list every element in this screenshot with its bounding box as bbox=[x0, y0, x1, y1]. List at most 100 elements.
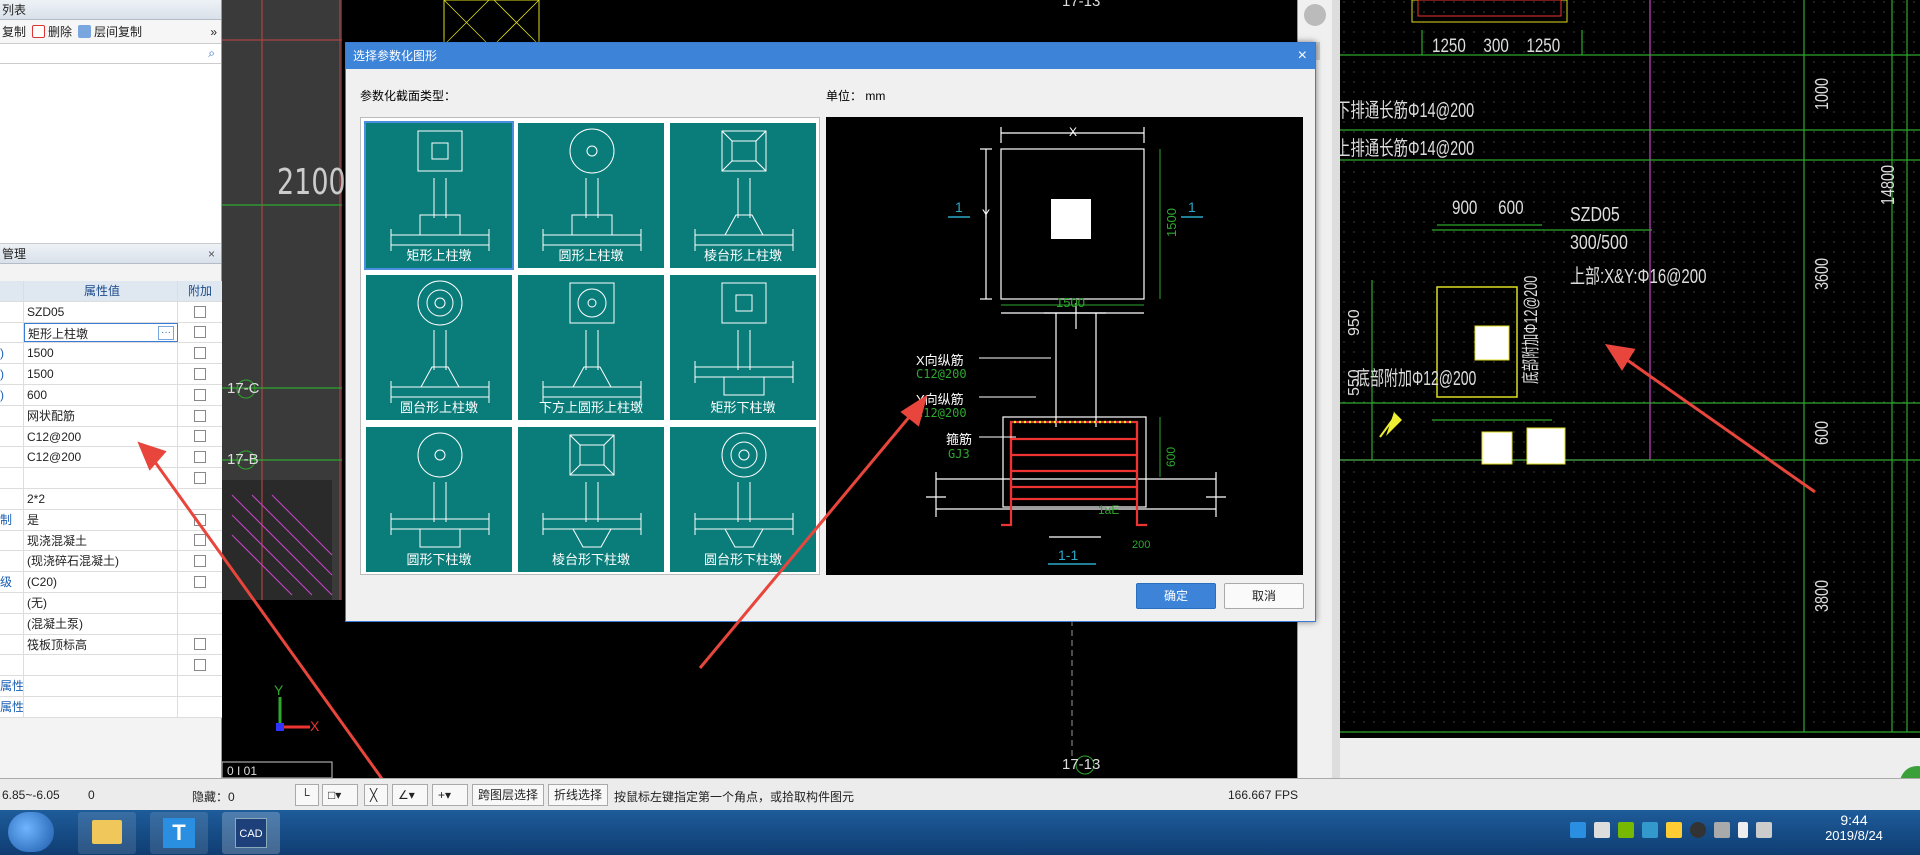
property-row[interactable]: ) 600 bbox=[0, 384, 222, 406]
extra-checkbox[interactable] bbox=[194, 451, 206, 464]
dialog-titlebar[interactable]: 选择参数化图形 × bbox=[346, 43, 1315, 69]
property-row[interactable] bbox=[0, 468, 222, 489]
property-row[interactable]: C12@200 bbox=[0, 426, 222, 448]
property-value[interactable]: (混凝土泵) bbox=[24, 613, 178, 634]
tray-icon-7[interactable] bbox=[1714, 822, 1730, 838]
property-value[interactable]: 是 bbox=[24, 509, 178, 530]
property-row[interactable]: 属性 bbox=[0, 676, 222, 697]
property-value[interactable]: 2*2 bbox=[24, 488, 178, 509]
extra-checkbox[interactable] bbox=[194, 368, 206, 381]
tray-icon-1[interactable] bbox=[1570, 822, 1586, 838]
shape-tile-rect-top[interactable]: 矩形上柱墩 bbox=[364, 121, 514, 270]
search-icon[interactable]: ⌕ bbox=[208, 46, 215, 61]
property-value[interactable] bbox=[24, 676, 178, 696]
search-input[interactable]: ⌕ bbox=[0, 44, 221, 64]
shape-tile-circle-bottom[interactable]: 圆形下柱墩 bbox=[365, 426, 513, 573]
tray-icon-4[interactable] bbox=[1642, 822, 1658, 838]
cad-taskbar-icon[interactable]: CAD bbox=[222, 812, 280, 854]
angle-dropdown[interactable]: ∠▾ bbox=[392, 784, 428, 806]
property-value[interactable]: 现浇混凝土 bbox=[24, 530, 178, 551]
polyline-select-button[interactable]: 折线选择 bbox=[548, 784, 609, 806]
property-value[interactable] bbox=[24, 696, 178, 717]
property-row[interactable]: ) 1500 bbox=[0, 364, 222, 385]
property-value[interactable] bbox=[24, 468, 178, 488]
extra-checkbox[interactable] bbox=[194, 555, 206, 568]
dialog-close-icon[interactable]: × bbox=[1298, 43, 1307, 69]
property-row[interactable]: (混凝土泵) bbox=[0, 613, 222, 635]
extra-checkbox[interactable] bbox=[194, 430, 206, 443]
cross-layer-select-button[interactable]: 跨图层选择 bbox=[472, 784, 545, 806]
property-value[interactable]: (现浇碎石混凝土) bbox=[24, 551, 178, 572]
extra-checkbox[interactable] bbox=[194, 326, 206, 339]
extra-checkbox[interactable] bbox=[194, 347, 206, 360]
signal-icon[interactable] bbox=[1756, 822, 1772, 838]
property-value[interactable]: 网状配筋 bbox=[24, 405, 178, 426]
speaker-icon[interactable] bbox=[1594, 822, 1610, 838]
app-t-taskbar-icon[interactable]: T bbox=[150, 812, 208, 854]
property-value[interactable]: (C20) bbox=[24, 572, 178, 592]
property-row[interactable]: 级 (C20) bbox=[0, 572, 222, 593]
extra-checkbox[interactable] bbox=[194, 513, 206, 526]
clock[interactable]: 9:44 2019/8/24 bbox=[1814, 812, 1894, 843]
property-row[interactable]: 现浇混凝土 bbox=[0, 530, 222, 552]
property-value[interactable]: (无) bbox=[24, 592, 178, 613]
right-cad-canvas[interactable]: 1250 300 1250 下排通长筋Φ14@200 上排通长筋Φ14@200 90… bbox=[1332, 0, 1920, 778]
shape-tile-rect-bottom[interactable]: 矩形下柱墩 bbox=[669, 274, 817, 421]
property-row[interactable] bbox=[0, 655, 222, 677]
property-row[interactable]: C12@200 bbox=[0, 447, 222, 469]
extra-checkbox[interactable] bbox=[194, 534, 206, 547]
property-row[interactable]: 矩形上柱墩 ··· bbox=[0, 322, 222, 344]
property-row[interactable]: ) 1500 bbox=[0, 343, 222, 365]
snap-dropdown[interactable]: +▾ bbox=[432, 784, 468, 806]
component-list[interactable] bbox=[0, 64, 221, 244]
property-row[interactable]: 制是 bbox=[0, 509, 222, 531]
explorer-taskbar-icon[interactable] bbox=[78, 812, 136, 854]
more-button[interactable]: » bbox=[210, 25, 217, 39]
battery-icon[interactable] bbox=[1738, 822, 1748, 838]
qq-icon[interactable] bbox=[1690, 822, 1706, 838]
select-mode-dropdown[interactable]: □▾ bbox=[322, 784, 358, 806]
extra-checkbox[interactable] bbox=[194, 576, 206, 589]
property-row[interactable]: 属性 bbox=[0, 696, 222, 718]
property-value[interactable]: 600 bbox=[24, 384, 178, 405]
property-value[interactable]: 筏板顶标高 bbox=[24, 634, 178, 655]
shape-tile-sq-circle-top[interactable]: 下方上圆形上柱墩 bbox=[517, 274, 665, 421]
extra-checkbox[interactable] bbox=[194, 409, 206, 422]
property-row[interactable]: 网状配筋 bbox=[0, 405, 222, 427]
shape-tile-frustum-top[interactable]: 棱台形上柱墩 bbox=[669, 122, 817, 269]
property-value[interactable]: C12@200 bbox=[24, 426, 178, 447]
orbit-icon[interactable] bbox=[1304, 4, 1326, 26]
floor-copy-button[interactable]: 层间复制 bbox=[78, 23, 142, 40]
property-row[interactable]: (无) bbox=[0, 592, 222, 614]
copy-button[interactable]: 复制 bbox=[2, 23, 26, 40]
ortho-toggle[interactable]: └ bbox=[295, 784, 319, 806]
property-value[interactable]: 1500 bbox=[24, 343, 178, 364]
extra-checkbox[interactable] bbox=[194, 305, 206, 318]
cross-select-toggle[interactable]: ╳ bbox=[364, 784, 388, 806]
property-row[interactable]: SZD05 bbox=[0, 301, 222, 323]
tray-icon-5[interactable] bbox=[1666, 822, 1682, 838]
start-button[interactable] bbox=[8, 812, 54, 852]
nvidia-icon[interactable] bbox=[1618, 822, 1634, 838]
extra-checkbox[interactable] bbox=[194, 388, 206, 401]
shape-tile-frustum-bottom[interactable]: 棱台形下柱墩 bbox=[517, 426, 665, 573]
property-value[interactable]: 矩形上柱墩 bbox=[24, 322, 178, 343]
shape-tile-circle-top[interactable]: 圆形上柱墩 bbox=[517, 122, 665, 269]
extra-checkbox[interactable] bbox=[194, 659, 206, 672]
shape-tile-cone-top[interactable]: 圆台形上柱墩 bbox=[365, 274, 513, 421]
ellipsis-button[interactable]: ··· bbox=[158, 325, 174, 340]
property-row[interactable]: 2*2 bbox=[0, 488, 222, 510]
extra-checkbox[interactable] bbox=[194, 472, 206, 485]
delete-button[interactable]: 删除 bbox=[32, 23, 72, 40]
property-value[interactable]: 1500 bbox=[24, 364, 178, 384]
property-value[interactable]: C12@200 bbox=[24, 447, 178, 468]
property-value[interactable] bbox=[24, 655, 178, 676]
ok-button[interactable]: 确定 bbox=[1136, 583, 1216, 609]
shape-tile-cone-bottom[interactable]: 圆台形下柱墩 bbox=[669, 426, 817, 573]
property-value[interactable]: SZD05 bbox=[24, 301, 178, 322]
cancel-button[interactable]: 取消 bbox=[1224, 583, 1304, 609]
property-row[interactable]: 筏板顶标高 bbox=[0, 634, 222, 656]
property-row[interactable]: (现浇碎石混凝土) bbox=[0, 551, 222, 573]
close-icon[interactable]: × bbox=[208, 244, 215, 264]
system-tray[interactable] bbox=[1570, 822, 1772, 838]
